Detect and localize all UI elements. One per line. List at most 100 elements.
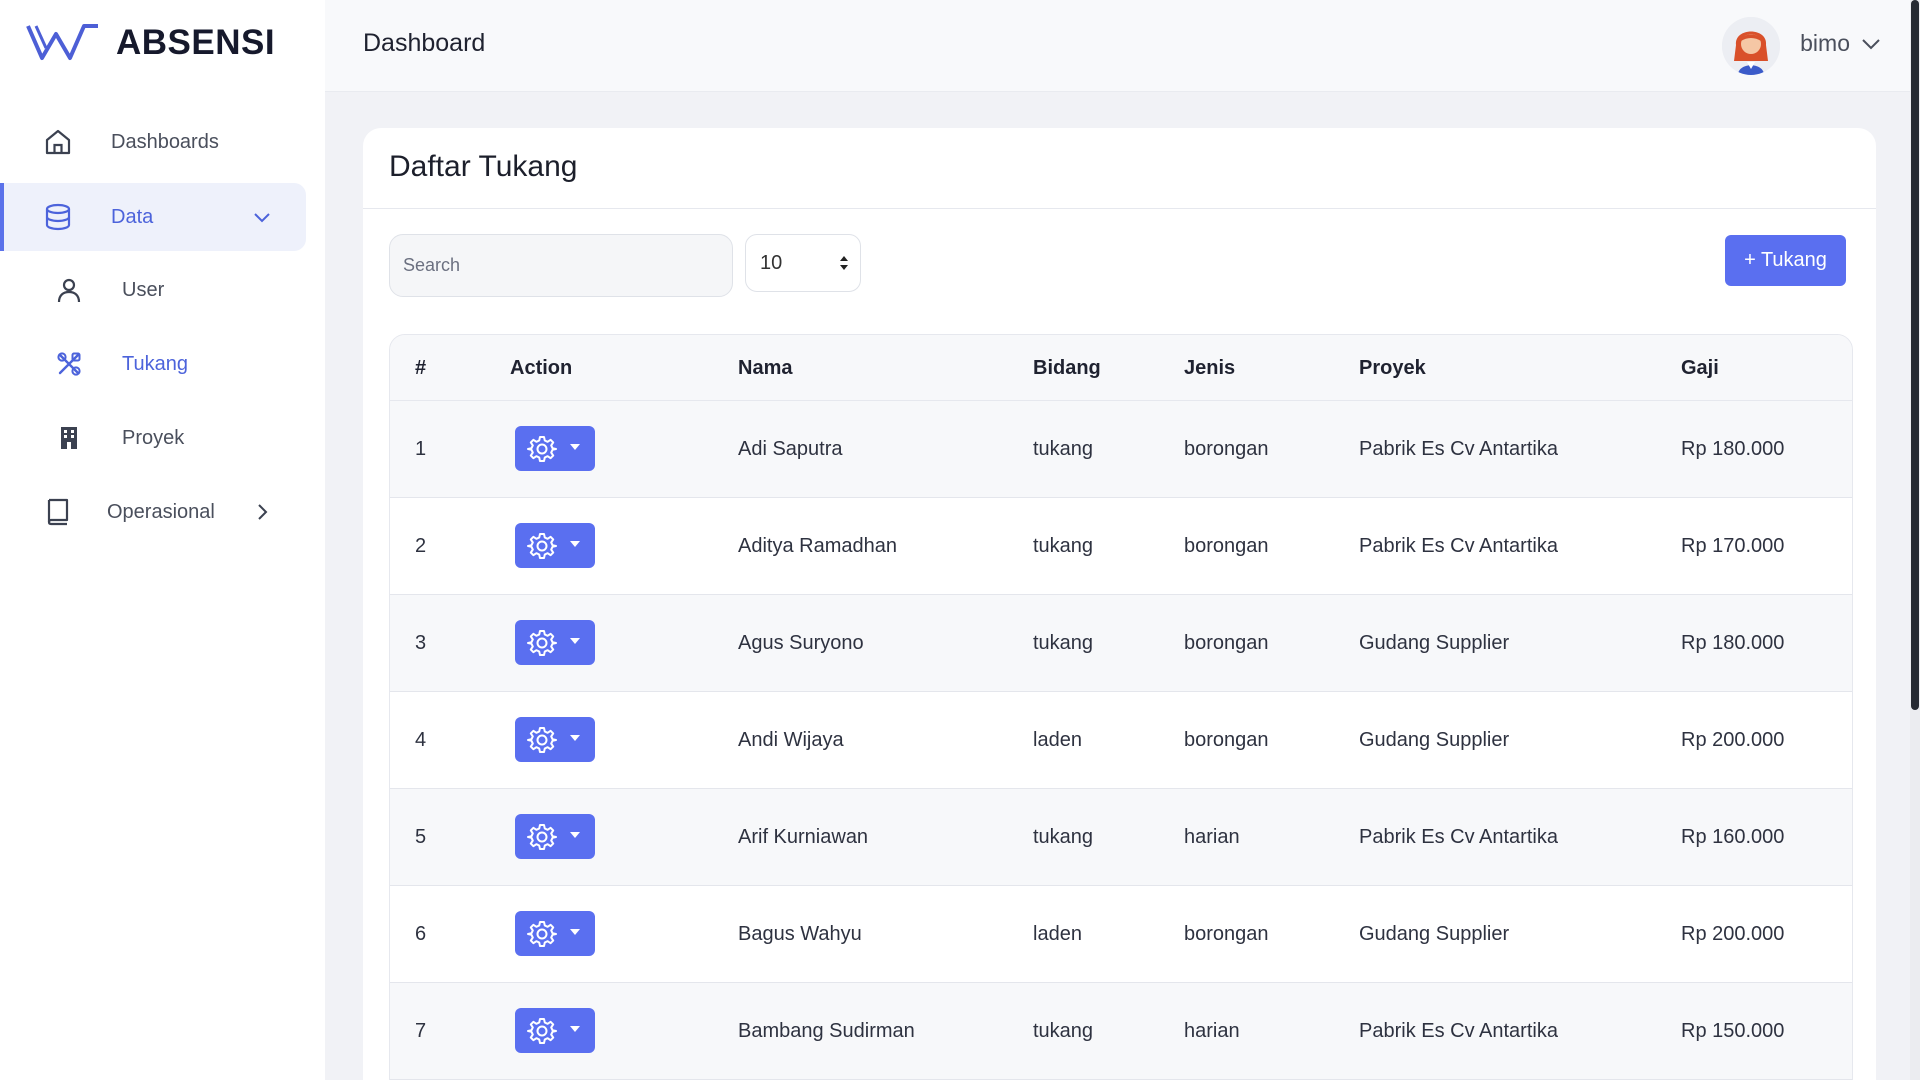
tukang-card: Daftar Tukang 10 + Tukang # Action Nama … xyxy=(363,128,1876,1080)
cell-gaji: Rp 180.000 xyxy=(1681,632,1785,654)
column-header-action: Action xyxy=(510,357,573,379)
chevron-down-icon xyxy=(254,213,270,223)
cell-jenis: borongan xyxy=(1184,438,1269,460)
sidebar-item-user[interactable]: User xyxy=(0,256,306,324)
caret-down-icon xyxy=(570,444,580,450)
gear-icon xyxy=(527,630,557,656)
row-number: 3 xyxy=(415,632,427,654)
column-header-number: # xyxy=(415,357,427,379)
gear-icon xyxy=(527,1018,557,1044)
table-row: 5 Arif Kurniawan tukang harian Pabrik Es… xyxy=(390,789,1852,886)
cell-jenis: borongan xyxy=(1184,729,1269,751)
sidebar-item-label: Operasional xyxy=(107,500,215,523)
database-icon xyxy=(45,203,71,231)
cell-proyek: Gudang Supplier xyxy=(1359,632,1510,654)
row-number: 5 xyxy=(415,826,427,848)
table-header: # Action Nama Bidang Jenis Proyek Gaji xyxy=(390,335,1852,401)
cell-nama: Aditya Ramadhan xyxy=(738,535,897,557)
cell-gaji: Rp 160.000 xyxy=(1681,826,1785,848)
page-title: Dashboard xyxy=(363,29,486,57)
sidebar: ABSENSI Dashboards Data User Tukang Proy… xyxy=(0,0,325,1080)
column-header-bidang: Bidang xyxy=(1033,357,1101,379)
row-action-button[interactable] xyxy=(515,717,595,762)
per-page-value: 10 xyxy=(760,251,783,274)
username[interactable]: bimo xyxy=(1800,30,1850,57)
cell-nama: Andi Wijaya xyxy=(738,729,844,751)
chevron-down-icon[interactable] xyxy=(1860,33,1882,55)
row-number: 2 xyxy=(415,535,427,557)
sidebar-item-data[interactable]: Data xyxy=(0,183,306,251)
row-number: 4 xyxy=(415,729,427,751)
sidebar-item-label: User xyxy=(122,278,165,301)
gear-icon xyxy=(527,921,557,947)
caret-down-icon xyxy=(570,929,580,935)
sidebar-item-label: Proyek xyxy=(122,426,185,449)
gear-icon xyxy=(527,436,557,462)
cell-jenis: borongan xyxy=(1184,632,1269,654)
sidebar-item-label: Tukang xyxy=(122,352,188,375)
per-page-select[interactable]: 10 xyxy=(745,234,861,292)
gear-icon xyxy=(527,533,557,559)
table-row: 1 Adi Saputra tukang borongan Pabrik Es … xyxy=(390,401,1852,498)
row-action-button[interactable] xyxy=(515,426,595,471)
cell-proyek: Pabrik Es Cv Antartika xyxy=(1359,535,1558,557)
cell-nama: Adi Saputra xyxy=(738,438,843,460)
row-number: 7 xyxy=(415,1020,427,1042)
row-action-button[interactable] xyxy=(515,814,595,859)
user-icon xyxy=(57,278,81,303)
sidebar-item-label: Dashboards xyxy=(111,130,219,153)
avatar[interactable] xyxy=(1722,17,1780,75)
cell-bidang: laden xyxy=(1033,729,1082,751)
column-header-jenis: Jenis xyxy=(1184,357,1236,379)
app-name: ABSENSI xyxy=(116,23,276,62)
column-header-nama: Nama xyxy=(738,357,793,379)
cell-proyek: Gudang Supplier xyxy=(1359,729,1510,751)
cell-nama: Agus Suryono xyxy=(738,632,864,654)
row-number: 6 xyxy=(415,923,427,945)
sidebar-item-label: Data xyxy=(111,205,154,228)
caret-down-icon xyxy=(570,541,580,547)
search-input[interactable] xyxy=(389,234,733,297)
avatar-illustration-icon xyxy=(1722,17,1780,75)
cell-jenis: borongan xyxy=(1184,535,1269,557)
book-icon xyxy=(47,498,69,526)
cell-bidang: tukang xyxy=(1033,632,1094,654)
cell-jenis: harian xyxy=(1184,826,1240,848)
column-header-proyek: Proyek xyxy=(1359,357,1426,379)
row-action-button[interactable] xyxy=(515,911,595,956)
scrollbar-thumb[interactable] xyxy=(1911,0,1919,710)
scrollbar[interactable] xyxy=(1910,0,1920,1080)
sort-updown-icon xyxy=(840,256,848,270)
divider xyxy=(363,208,1876,209)
cell-bidang: tukang xyxy=(1033,438,1094,460)
cell-proyek: Gudang Supplier xyxy=(1359,923,1510,945)
gear-icon xyxy=(527,727,557,753)
cell-proyek: Pabrik Es Cv Antartika xyxy=(1359,1020,1558,1042)
sidebar-item-operasional[interactable]: Operasional xyxy=(0,478,306,546)
cell-gaji: Rp 180.000 xyxy=(1681,438,1785,460)
row-action-button[interactable] xyxy=(515,523,595,568)
chevron-right-icon xyxy=(258,504,268,520)
top-header: Dashboard bimo xyxy=(325,0,1920,92)
sidebar-item-tukang[interactable]: Tukang xyxy=(0,330,306,398)
add-tukang-button[interactable]: + Tukang xyxy=(1725,235,1846,286)
sidebar-item-proyek[interactable]: Proyek xyxy=(0,404,306,472)
column-header-gaji: Gaji xyxy=(1681,357,1719,379)
cell-bidang: laden xyxy=(1033,923,1082,945)
tools-icon xyxy=(57,352,81,376)
caret-down-icon xyxy=(570,832,580,838)
table-row: 4 Andi Wijaya laden borongan Gudang Supp… xyxy=(390,692,1852,789)
sidebar-item-dashboards[interactable]: Dashboards xyxy=(0,108,306,176)
caret-down-icon xyxy=(570,638,580,644)
cell-nama: Bambang Sudirman xyxy=(738,1020,915,1042)
cell-bidang: tukang xyxy=(1033,826,1094,848)
home-icon xyxy=(45,129,71,155)
caret-down-icon xyxy=(570,735,580,741)
row-action-button[interactable] xyxy=(515,1008,595,1053)
app-logo[interactable]: ABSENSI xyxy=(26,22,275,64)
cell-proyek: Pabrik Es Cv Antartika xyxy=(1359,438,1558,460)
caret-down-icon xyxy=(570,1026,580,1032)
cell-gaji: Rp 200.000 xyxy=(1681,729,1785,751)
table-row: 6 Bagus Wahyu laden borongan Gudang Supp… xyxy=(390,886,1852,983)
row-action-button[interactable] xyxy=(515,620,595,665)
